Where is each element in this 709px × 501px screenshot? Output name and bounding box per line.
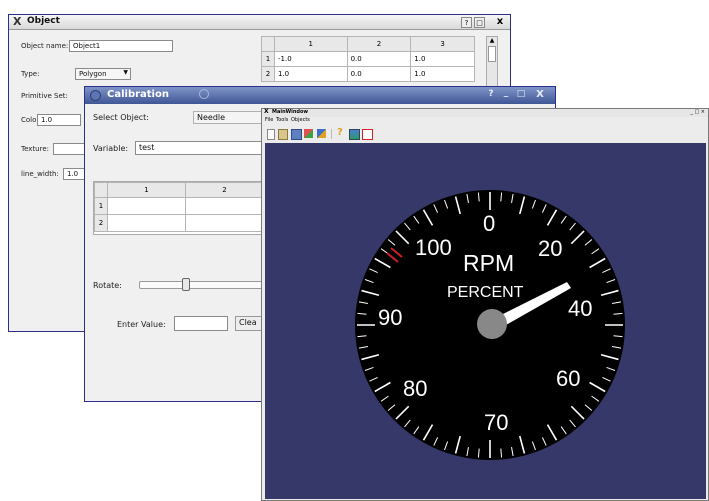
type-select[interactable]: Polygon ▼ xyxy=(75,68,131,80)
maximize-button[interactable]: □ xyxy=(474,17,485,28)
scale-label-0: 0 xyxy=(483,211,495,236)
type-label: Type: xyxy=(21,70,40,78)
help-icon[interactable]: ? xyxy=(337,127,343,138)
table-cell[interactable]: 1.0 xyxy=(410,51,475,67)
sticky-icon xyxy=(199,89,209,99)
scrollbar-thumb[interactable] xyxy=(488,46,496,62)
object-window-title: Object xyxy=(27,16,60,26)
variable-input[interactable]: test xyxy=(135,141,265,155)
gauge-sub-label: PERCENT xyxy=(447,284,524,301)
column-header[interactable]: 2 xyxy=(346,36,412,52)
primitive-set-label: Primitive Set: xyxy=(21,92,68,100)
table-corner xyxy=(94,182,108,198)
scroll-up-arrow-icon[interactable]: ▲ xyxy=(487,37,497,45)
table-cell[interactable]: 1.0 xyxy=(410,66,475,82)
enter-value-label: Enter Value: xyxy=(117,320,166,329)
help-button[interactable]: ? xyxy=(461,17,472,28)
menu-file[interactable]: File xyxy=(265,117,273,123)
table-cell[interactable] xyxy=(107,214,186,232)
calibration-window-titlebar[interactable]: Calibration ? _ □ X xyxy=(85,87,555,104)
scale-label-100: 100 xyxy=(415,235,452,260)
main-window-titlebar[interactable]: X MainWindow _ □ × xyxy=(262,108,708,117)
object-window-titlebar[interactable]: X Object ? □ x xyxy=(9,15,510,30)
gauge-unit-label: RPM xyxy=(463,250,514,276)
calibration-table[interactable]: 1 2 1 2 xyxy=(94,182,264,232)
texture-label: Texture: xyxy=(21,145,49,153)
object-name-input[interactable]: Object1 xyxy=(69,40,173,52)
table-cell[interactable]: -1.0 xyxy=(274,51,348,67)
table-cell[interactable]: 1.0 xyxy=(274,66,348,82)
scale-label-40: 40 xyxy=(568,296,592,321)
window-controls-icon[interactable]: _ □ × xyxy=(690,109,705,115)
shapes-icon[interactable] xyxy=(304,129,313,138)
table-row: 1 xyxy=(94,197,264,215)
row-header[interactable]: 2 xyxy=(94,214,108,232)
toolbar: ? xyxy=(262,126,708,142)
type-select-value: Polygon xyxy=(79,70,107,78)
color-input[interactable]: 1.0 xyxy=(37,114,81,126)
scale-label-20: 20 xyxy=(538,236,562,261)
table-corner xyxy=(261,36,275,52)
minimize-button[interactable]: _ xyxy=(500,88,512,100)
chevron-down-icon: ▼ xyxy=(123,69,128,76)
save-icon[interactable] xyxy=(291,129,302,140)
column-header[interactable]: 2 xyxy=(185,182,264,198)
main-window: X MainWindow _ □ × File Tools Objects ? … xyxy=(261,108,709,501)
help-button[interactable]: ? xyxy=(485,89,497,101)
column-header[interactable]: 3 xyxy=(410,36,475,52)
scale-label-60: 60 xyxy=(556,366,580,391)
table-row: 2 1.0 0.0 1.0 xyxy=(261,66,475,82)
maximize-button[interactable]: □ xyxy=(515,89,527,101)
close-button[interactable]: X xyxy=(533,89,547,101)
menu-objects[interactable]: Objects xyxy=(291,117,310,123)
menu-tools[interactable]: Tools xyxy=(276,117,288,123)
row-header[interactable]: 2 xyxy=(261,66,275,82)
row-header[interactable]: 1 xyxy=(261,51,275,67)
rpm-gauge: 100 0 20 40 60 70 80 90 RPM PERCENT xyxy=(355,190,625,460)
close-button[interactable]: x xyxy=(494,16,506,28)
paint-icon[interactable] xyxy=(317,129,326,138)
rotate-slider-track[interactable] xyxy=(139,281,265,289)
new-icon[interactable] xyxy=(267,129,275,140)
select-object-label: Select Object: xyxy=(93,113,149,122)
table-row: 1 -1.0 0.0 1.0 xyxy=(261,51,475,67)
open-icon[interactable] xyxy=(278,129,288,140)
gauge-hub xyxy=(477,309,507,339)
table-cell[interactable] xyxy=(185,214,264,232)
scale-label-70: 70 xyxy=(484,410,508,435)
main-window-title: MainWindow xyxy=(272,109,309,115)
table-row: 2 xyxy=(94,214,264,232)
line-width-label: line_width: xyxy=(21,170,59,178)
table-cell[interactable] xyxy=(185,197,264,215)
object-vertex-table[interactable]: 1 2 3 1 -1.0 0.0 1.0 2 1.0 0.0 1.0 xyxy=(261,36,475,82)
table-cell[interactable]: 0.0 xyxy=(346,51,412,67)
rotate-slider-handle[interactable] xyxy=(182,278,190,291)
scale-label-80: 80 xyxy=(403,376,427,401)
table-cell[interactable]: 0.0 xyxy=(346,66,412,82)
x-app-icon: X xyxy=(264,108,269,115)
calibration-app-icon xyxy=(90,90,101,101)
calibration-window-title: Calibration xyxy=(107,89,169,100)
x-app-icon: X xyxy=(13,15,22,28)
variable-label: Variable: xyxy=(93,144,129,153)
object-name-label: Object name: xyxy=(21,42,69,50)
row-header[interactable]: 1 xyxy=(94,197,108,215)
menu-bar: File Tools Objects xyxy=(262,117,708,125)
picture-icon[interactable] xyxy=(349,129,360,140)
enter-value-input[interactable] xyxy=(174,316,228,331)
toolbar-separator xyxy=(331,129,332,139)
table-cell[interactable] xyxy=(107,197,186,215)
rectangle-icon[interactable] xyxy=(362,129,373,140)
column-header[interactable]: 1 xyxy=(107,182,186,198)
rotate-label: Rotate: xyxy=(93,281,122,290)
scale-label-90: 90 xyxy=(378,305,402,330)
column-header[interactable]: 1 xyxy=(274,36,348,52)
gauge-canvas[interactable]: 100 0 20 40 60 70 80 90 RPM PERCENT xyxy=(265,143,706,499)
